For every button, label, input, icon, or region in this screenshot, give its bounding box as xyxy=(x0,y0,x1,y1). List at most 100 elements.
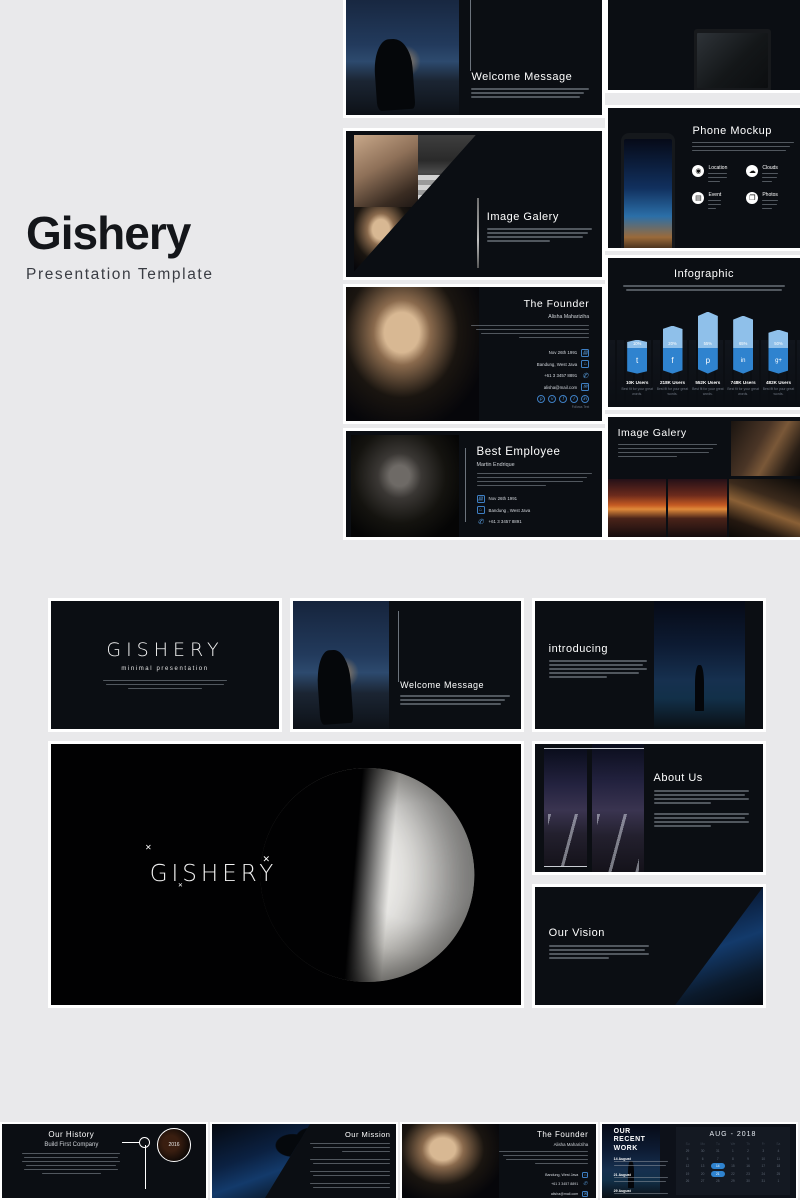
calendar-day[interactable]: 22 xyxy=(726,1171,740,1177)
calendar-day[interactable]: 13 xyxy=(696,1163,710,1169)
calendar-day-selected[interactable]: 14 xyxy=(710,1163,725,1170)
facebook-icon: f xyxy=(662,347,683,374)
calendar-day[interactable]: 8 xyxy=(726,1156,740,1162)
calendar-day[interactable]: 23 xyxy=(741,1171,755,1177)
contact-row: ⌂ Bandung , West Java xyxy=(476,506,592,515)
recent-work-title-line: RECENT xyxy=(613,1136,646,1144)
slide-image-galery-2[interactable]: Image Galery even the all powerful paint… xyxy=(605,414,800,540)
calendar-day[interactable]: 7 xyxy=(711,1156,725,1162)
calendar-day[interactable]: 30 xyxy=(696,1148,710,1154)
founder-name: Alisha Mahariziha xyxy=(553,1141,589,1147)
slide-cover[interactable]: GISHERY minimal presentation even the al… xyxy=(48,598,282,732)
founder-portrait-photo xyxy=(346,287,480,421)
bar-users: 748K Users xyxy=(730,379,756,385)
bar-users: 218K Users xyxy=(659,379,686,385)
slide-image-galery-1[interactable]: Image Galery even the all powerful paint… xyxy=(343,128,605,280)
photo-icon: ❐ xyxy=(746,191,759,204)
calendar-day[interactable]: 31 xyxy=(756,1178,770,1184)
calendar-day[interactable]: 6 xyxy=(696,1156,710,1162)
feature-clouds: ☁ Clouds xyxy=(746,164,794,185)
calendar-day[interactable]: 15 xyxy=(726,1163,740,1169)
pinterest-icon[interactable]: p xyxy=(537,394,546,403)
calendar-day[interactable]: 17 xyxy=(756,1163,770,1169)
calendar-dow: Sa xyxy=(776,1141,781,1146)
slide-body-lines-4 xyxy=(309,1182,391,1191)
calendar-dow: We xyxy=(730,1141,736,1146)
slide-title: Our Mission xyxy=(344,1129,391,1139)
mid-preview-grid: GISHERY minimal presentation even the al… xyxy=(48,598,768,1008)
hero-block: Gishery Presentation Template xyxy=(26,210,326,284)
vimeo-icon[interactable]: v xyxy=(548,394,557,403)
bar-facebook: 20% f 218K Users Best fit for your great… xyxy=(655,325,690,397)
calendar-grid[interactable]: Su Mo Tu We Th Fr Sa 29 30 31 1 2 3 4 5 … xyxy=(681,1141,785,1185)
slide-body-lines xyxy=(22,1152,121,1177)
flickr-icon[interactable]: r xyxy=(570,394,579,403)
slide-welcome-message[interactable]: Welcome Message even the all powerful pa… xyxy=(343,0,605,118)
calendar-day[interactable]: 27 xyxy=(696,1178,710,1184)
slide-about-us[interactable]: About Us even the all powerful painting … xyxy=(532,741,766,875)
calendar-day[interactable]: 10 xyxy=(756,1156,770,1162)
calendar-day[interactable]: 31 xyxy=(711,1148,725,1154)
contact-row: Bandung, West Java ⌂ xyxy=(471,360,590,369)
slide-body-lines xyxy=(653,790,750,806)
slide-moon-cover[interactable]: GISHERY ✕ ✕ ✕ xyxy=(48,741,524,1008)
calendar-day[interactable]: 5 xyxy=(681,1156,695,1162)
calendar-day[interactable]: 18 xyxy=(772,1163,786,1169)
slide-introducing[interactable]: introducing Gishery is a minimal present… xyxy=(532,598,766,732)
facebook-icon[interactable]: f xyxy=(559,394,568,403)
slide-body-lines xyxy=(400,695,510,707)
calendar-day[interactable]: 28 xyxy=(711,1178,725,1184)
sunset-trees-photo xyxy=(667,479,728,537)
calendar-day[interactable]: 26 xyxy=(681,1178,695,1184)
calendar-day[interactable]: 29 xyxy=(726,1178,740,1184)
calendar-day[interactable]: 1 xyxy=(772,1178,786,1184)
climber-cliff-photo xyxy=(728,479,800,537)
star-mark: ✕ xyxy=(177,883,183,890)
social-links[interactable]: p v f r in xyxy=(471,394,590,403)
googleplus-icon: g+ xyxy=(768,347,789,374)
calendar-day[interactable]: 9 xyxy=(741,1156,755,1162)
cover-tagline: minimal presentation xyxy=(121,665,209,672)
slide-body-lines xyxy=(309,1142,391,1155)
rock-face-photo xyxy=(730,420,800,476)
slide-welcome-message-mid[interactable]: Welcome Message even the all powerful pa… xyxy=(290,598,524,732)
slide-recent-work[interactable]: OUR RECENT WORK 14 August There are many… xyxy=(600,1122,798,1200)
calendar-day[interactable]: 24 xyxy=(756,1171,770,1177)
calendar-day[interactable]: 29 xyxy=(681,1148,695,1154)
employee-portrait-photo xyxy=(351,435,459,537)
calendar-day[interactable]: 16 xyxy=(741,1163,755,1169)
linkedin-icon[interactable]: in xyxy=(581,394,590,403)
slide-the-founder[interactable]: The Founder Alisha Mahariziha even the a… xyxy=(343,284,605,424)
slide-subtitle: Build First Company xyxy=(44,1141,99,1148)
phone-icon: ✆ xyxy=(582,372,589,380)
phone-device xyxy=(621,133,676,248)
bar-percent: 65% xyxy=(738,340,748,346)
calendar-day[interactable]: 20 xyxy=(696,1171,710,1177)
calendar-day-selected[interactable]: 21 xyxy=(710,1170,725,1177)
calendar-day[interactable]: 19 xyxy=(681,1171,695,1177)
slide-best-employee[interactable]: Best Employee Martin Endrique even the a… xyxy=(343,428,605,540)
slide-our-history[interactable]: Our History Build First Company even the… xyxy=(0,1122,208,1200)
slide-our-mission[interactable]: Our Mission even the all powerful painti… xyxy=(210,1122,398,1200)
calendar-day[interactable]: 25 xyxy=(772,1171,786,1177)
calendar-day[interactable]: 11 xyxy=(772,1156,786,1162)
calendar-day[interactable]: 4 xyxy=(772,1148,786,1154)
slide-the-founder-bottom[interactable]: The Founder Alisha Mahariziha even the a… xyxy=(400,1122,598,1200)
home-icon: ⌂ xyxy=(476,506,485,515)
bar-note: Best fit for your great words. xyxy=(727,386,759,396)
calendar-day[interactable]: 2 xyxy=(741,1148,755,1154)
contact-row: +61 3 3457 8891 ✆ xyxy=(499,1181,588,1187)
calendar-day[interactable]: 30 xyxy=(741,1178,755,1184)
slide-infographic[interactable]: Infographic even the all powerful painti… xyxy=(605,255,800,410)
calendar-heading: AUG - 2018 xyxy=(709,1130,757,1138)
slide-tablet-mockup[interactable]: even the all powerful painting has contr… xyxy=(605,0,800,93)
contact-row: +61 3 3457 8891 ✆ xyxy=(471,372,589,380)
calendar-widget[interactable]: AUG - 2018 Su Mo Tu We Th Fr Sa 29 30 31… xyxy=(675,1126,791,1196)
calendar-day[interactable]: 1 xyxy=(726,1148,740,1154)
calendar-day[interactable]: 12 xyxy=(681,1163,695,1169)
slide-our-vision[interactable]: Our Vision even the all powerful paintin… xyxy=(532,884,766,1008)
slide-body-lines xyxy=(617,443,718,460)
contact-value: +61 3 3457 8891 xyxy=(544,373,578,379)
slide-phone-mockup[interactable]: Phone Mockup even the all powerful paint… xyxy=(605,105,800,251)
calendar-day[interactable]: 3 xyxy=(756,1148,770,1154)
